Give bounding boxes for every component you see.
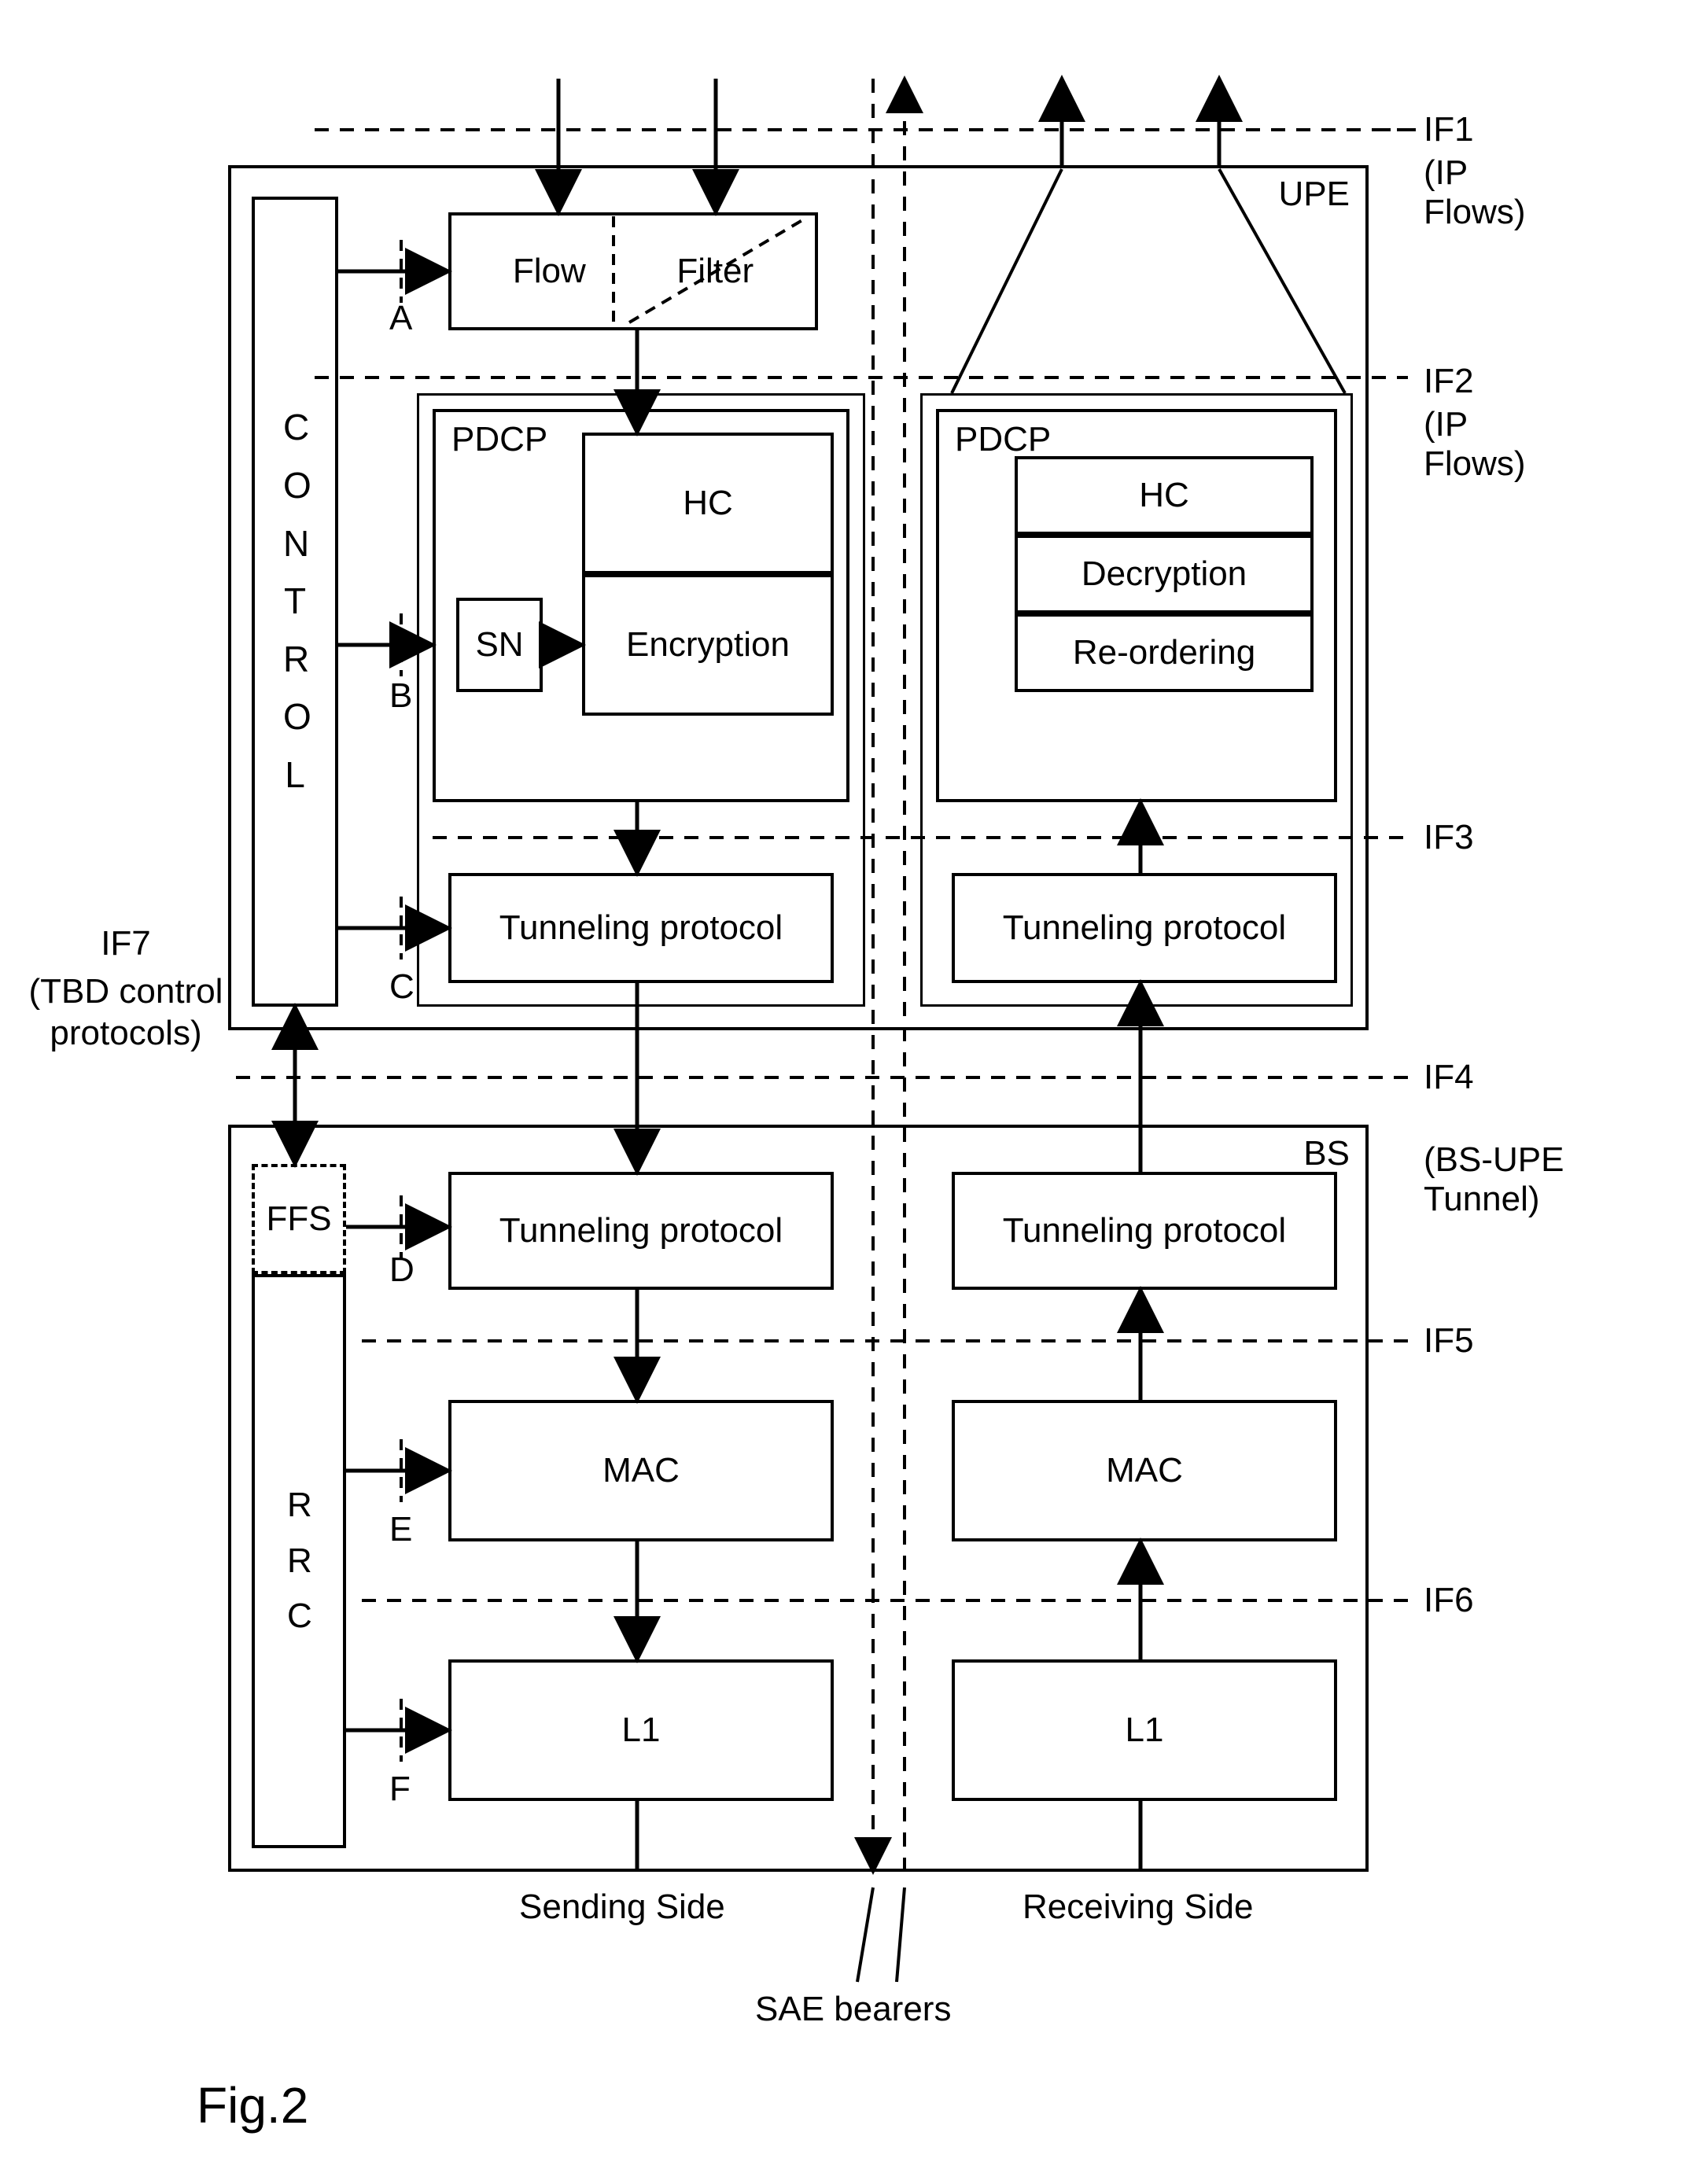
if2-label: IF2 <box>1424 362 1474 401</box>
sending-side: Sending Side <box>519 1888 725 1927</box>
flow-label: Flow <box>513 252 586 291</box>
mac-send-label: MAC <box>602 1451 680 1490</box>
if4-note: (BS-UPE Tunnel) <box>1424 1140 1573 1219</box>
sn-box: SN <box>456 598 543 692</box>
l1-send-label: L1 <box>622 1711 661 1750</box>
mac-recv-label: MAC <box>1106 1451 1183 1490</box>
control-box: CONTROL <box>252 197 338 1007</box>
tunnel-send-bs: Tunneling protocol <box>448 1172 834 1290</box>
if4-label: IF4 <box>1424 1058 1474 1097</box>
ffs-label: FFS <box>266 1199 331 1239</box>
hc-recv-label: HC <box>1139 476 1189 515</box>
cp-d: D <box>389 1250 415 1290</box>
if5-label: IF5 <box>1424 1321 1474 1361</box>
diagram-root: UPE CONTROL Flow Filter PDCP HC Encrypti… <box>118 63 1573 2108</box>
if1-note: (IP Flows) <box>1424 153 1573 232</box>
decryption-box: Decryption <box>1015 535 1314 613</box>
encryption-label: Encryption <box>626 625 790 665</box>
cp-c: C <box>389 967 415 1007</box>
mac-send-box: MAC <box>448 1400 834 1541</box>
cp-b: B <box>389 676 412 716</box>
cp-e: E <box>389 1510 412 1549</box>
tunnel-recv-upe: Tunneling protocol <box>952 873 1337 983</box>
l1-recv-label: L1 <box>1126 1711 1164 1750</box>
tunnel-send-bs-label: Tunneling protocol <box>499 1211 783 1250</box>
if7-note: (TBD control protocols) <box>24 971 228 1055</box>
pdcp-recv-label: PDCP <box>955 420 1051 459</box>
tunnel-recv-bs-label: Tunneling protocol <box>1003 1211 1286 1250</box>
bs-title: BS <box>1303 1134 1350 1173</box>
if1-label: IF1 <box>1424 110 1474 149</box>
decryption-label: Decryption <box>1081 554 1247 594</box>
pdcp-send-label: PDCP <box>451 420 547 459</box>
rrc-box: RRC <box>252 1274 346 1848</box>
flow-filter-box: Flow Filter <box>448 212 818 330</box>
control-label: CONTROL <box>283 399 307 804</box>
if3-label: IF3 <box>1424 818 1474 857</box>
tunnel-recv-bs: Tunneling protocol <box>952 1172 1337 1290</box>
if7-label: IF7 <box>39 924 212 963</box>
sae-bearers: SAE bearers <box>755 1990 951 2029</box>
if6-label: IF6 <box>1424 1581 1474 1620</box>
sn-label: SN <box>475 625 523 665</box>
receiving-side: Receiving Side <box>1023 1888 1254 1927</box>
mac-recv-box: MAC <box>952 1400 1337 1541</box>
hc-send-label: HC <box>683 484 733 523</box>
tunnel-recv-upe-label: Tunneling protocol <box>1003 908 1286 948</box>
tunnel-send-upe-label: Tunneling protocol <box>499 908 783 948</box>
upe-title: UPE <box>1279 175 1350 214</box>
figure-label: Fig.2 <box>197 2076 308 2134</box>
reordering-label: Re-ordering <box>1073 633 1255 672</box>
tunnel-send-upe: Tunneling protocol <box>448 873 834 983</box>
reordering-box: Re-ordering <box>1015 613 1314 692</box>
hc-send-box: HC <box>582 433 834 574</box>
filter-label: Filter <box>676 252 754 291</box>
cp-f: F <box>389 1770 411 1809</box>
cp-a: A <box>389 299 412 338</box>
rrc-label: RRC <box>287 1478 311 1644</box>
if2-note: (IP Flows) <box>1424 405 1573 484</box>
hc-recv-box: HC <box>1015 456 1314 535</box>
encryption-box: Encryption <box>582 574 834 716</box>
l1-send-box: L1 <box>448 1659 834 1801</box>
ffs-box: FFS <box>252 1164 346 1274</box>
l1-recv-box: L1 <box>952 1659 1337 1801</box>
